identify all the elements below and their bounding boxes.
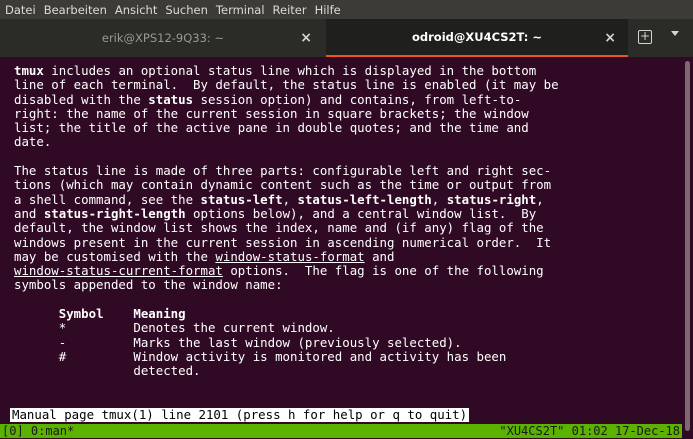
text-segment: , [282, 191, 298, 207]
text-segment [104, 306, 134, 321]
menu-item-datei[interactable]: Datei [5, 3, 36, 17]
underlined-term: window-status-current-format [14, 263, 223, 279]
scrollbar[interactable] [682, 57, 693, 439]
tab-odroid[interactable]: odroid@XU4CS2T: ~ × [326, 19, 628, 57]
bold-term: Symbol [58, 306, 104, 322]
bold-term: status-left-length [297, 191, 432, 207]
tab-label: erik@XPS12-9Q33: ~ [101, 31, 225, 45]
tab-label: odroid@XU4CS2T: ~ [412, 30, 542, 44]
menu-item-reiter[interactable]: Reiter [273, 3, 307, 17]
pager-prompt: Manual page tmux(1) line 2101 (press h f… [10, 407, 470, 422]
text-segment [14, 306, 59, 321]
bold-term: status-right-length [43, 205, 186, 221]
menu-item-terminal[interactable]: Terminal [216, 3, 265, 17]
underlined-term: window-status-format [215, 248, 365, 264]
close-icon[interactable]: × [300, 30, 312, 46]
scrollbar-thumb[interactable] [685, 61, 690, 431]
status-left: [0] 0:man* [2, 424, 75, 438]
new-tab-icon[interactable]: + [638, 30, 652, 44]
text-segment: * Denotes the current window. - Marks th… [58, 320, 507, 379]
menu-item-ansicht[interactable]: Ansicht [115, 3, 157, 17]
chevron-down-icon[interactable] [671, 31, 679, 36]
menu-item-suchen[interactable]: Suchen [165, 3, 208, 17]
tab-erik[interactable]: erik@XPS12-9Q33: ~ × [0, 19, 326, 57]
bold-term: status-right [446, 191, 537, 207]
text-segment: , [431, 191, 447, 207]
tmux-status-bar: [0] 0:man* "XU4CS2T" 01:02 17-Dec-18 [0, 424, 682, 438]
bold-term: tmux [14, 63, 44, 78]
text-segment: and [372, 248, 395, 264]
bold-term: status [148, 91, 194, 107]
close-icon[interactable]: × [604, 30, 616, 46]
menu-bar: Datei Bearbeiten Ansicht Suchen Terminal Reit… [0, 0, 693, 19]
menu-item-hilfe[interactable]: Hilfe [315, 3, 341, 17]
menu-item-bearbeiten[interactable]: Bearbeiten [44, 3, 107, 17]
bold-term: status-left [200, 191, 283, 207]
terminal-area[interactable]: tmux includes an optional status line wh… [0, 57, 682, 439]
status-right: "XU4CS2T" 01:02 17-Dec-18 [499, 424, 680, 438]
bold-term: Meaning [133, 306, 186, 322]
man-page-text: tmux includes an optional status line wh… [14, 63, 559, 379]
tab-bar: erik@XPS12-9Q33: ~ × odroid@XU4CS2T: ~ ×… [0, 19, 693, 57]
